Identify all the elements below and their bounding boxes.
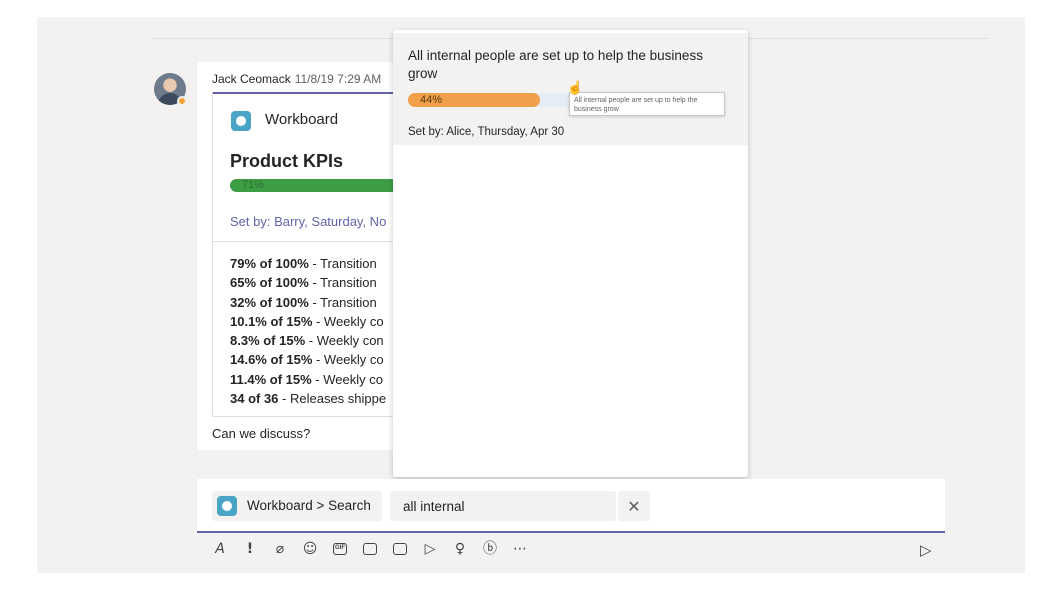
kpi-progress-label: 71% xyxy=(242,179,265,191)
workboard-logo-icon xyxy=(217,496,237,516)
workboard-app-icon[interactable]: ⓑ xyxy=(481,540,499,558)
workboard-card[interactable]: Workboard Product KPIs 71% Set by: Barry… xyxy=(212,92,397,417)
search-input[interactable] xyxy=(390,491,616,521)
kpi-value: 34 of 36 xyxy=(230,391,279,407)
card-divider xyxy=(213,241,397,242)
hand-pointer-icon: ☝ xyxy=(567,80,584,95)
list-item: 65% of 100% - Transition xyxy=(230,273,386,292)
kpi-value: 79% of 100% xyxy=(230,256,309,271)
message-timestamp: 11/8/19 7:29 AM xyxy=(294,72,382,86)
kpi-value: 14.6% of 15% xyxy=(230,352,313,368)
kpi-text: - Transition xyxy=(308,256,377,271)
message-body: Can we discuss? xyxy=(212,426,311,441)
kpi-value: 32% of 100% xyxy=(230,294,309,310)
kpi-text: - Weekly co xyxy=(312,352,384,368)
card-title: Product KPIs xyxy=(230,151,344,171)
chip-label: Workboard > Search xyxy=(247,498,371,513)
list-item: 10.1% of 15% - Weekly co xyxy=(230,312,386,331)
kpi-text: - Transition xyxy=(308,294,377,310)
result-tooltip: All internal people are set up to help t… xyxy=(569,92,725,116)
card-app-name: Workboard xyxy=(265,111,339,128)
kpi-value: 65% of 100% xyxy=(230,275,309,291)
workboard-logo-icon xyxy=(231,111,251,131)
presence-away-icon xyxy=(177,96,187,106)
kpi-text: - Weekly con xyxy=(305,333,384,349)
schedule-meeting-icon[interactable] xyxy=(393,543,407,555)
list-item: 8.3% of 15% - Weekly con xyxy=(230,331,386,350)
kpi-value: 8.3% of 15% xyxy=(230,333,306,349)
list-item: 79% of 100% - Transition xyxy=(230,254,386,273)
praise-icon[interactable]: ♀ xyxy=(451,540,469,558)
card-set-by: Set by: Barry, Saturday, No xyxy=(230,214,387,229)
result-title: All internal people are set up to help t… xyxy=(408,48,703,81)
search-result-item[interactable]: All internal people are set up to help t… xyxy=(393,30,748,145)
kpi-progress-bar: 71% xyxy=(230,179,397,192)
search-results-popup: All internal people are set up to help t… xyxy=(393,30,748,477)
kpi-text: - Transition xyxy=(308,275,377,291)
more-options-icon[interactable]: ⋯ xyxy=(511,540,529,558)
kpi-text: - Weekly co xyxy=(311,371,383,387)
list-item: 32% of 100% - Transition xyxy=(230,293,386,312)
emoji-icon[interactable]: ☺ xyxy=(301,540,319,558)
kpi-value: 10.1% of 15% xyxy=(230,313,313,329)
send-icon[interactable]: ▷ xyxy=(920,541,938,559)
gif-icon[interactable]: GIF xyxy=(333,543,347,555)
message-header: Jack Ceomack 11/8/19 7:29 AM xyxy=(212,72,381,86)
chat-message: Jack Ceomack 11/8/19 7:29 AM Workboard Pr… xyxy=(197,62,397,450)
clear-search-button[interactable]: ✕ xyxy=(618,491,650,521)
workboard-search-chip[interactable]: Workboard > Search xyxy=(212,491,382,521)
list-item: 14.6% of 15% - Weekly co xyxy=(230,350,386,369)
list-item: 11.4% of 15% - Weekly co xyxy=(230,370,386,389)
format-icon[interactable]: A xyxy=(211,540,229,558)
kpi-value: 11.4% of 15% xyxy=(230,371,312,387)
kpi-list: 79% of 100% - Transition 65% of 100% - T… xyxy=(230,254,386,408)
stream-icon[interactable]: ▷ xyxy=(421,540,439,558)
compose-box: Workboard > Search ✕ xyxy=(197,479,945,533)
result-progress-label: 44% xyxy=(420,94,443,106)
result-set-by: Set by: Alice, Thursday, Apr 30 xyxy=(408,126,565,138)
kpi-progress-fill: 71% xyxy=(230,179,397,192)
sticker-icon[interactable] xyxy=(363,543,377,555)
result-progress-fill: 44% xyxy=(408,93,540,107)
message-author[interactable]: Jack Ceomack xyxy=(212,72,291,86)
kpi-text: - Releases shippe xyxy=(278,391,387,407)
kpi-text: - Weekly co xyxy=(312,313,384,329)
attach-icon[interactable]: ⌀ xyxy=(271,540,289,558)
list-item: 34 of 36 - Releases shippe xyxy=(230,389,386,408)
important-icon[interactable]: ! xyxy=(241,540,259,558)
